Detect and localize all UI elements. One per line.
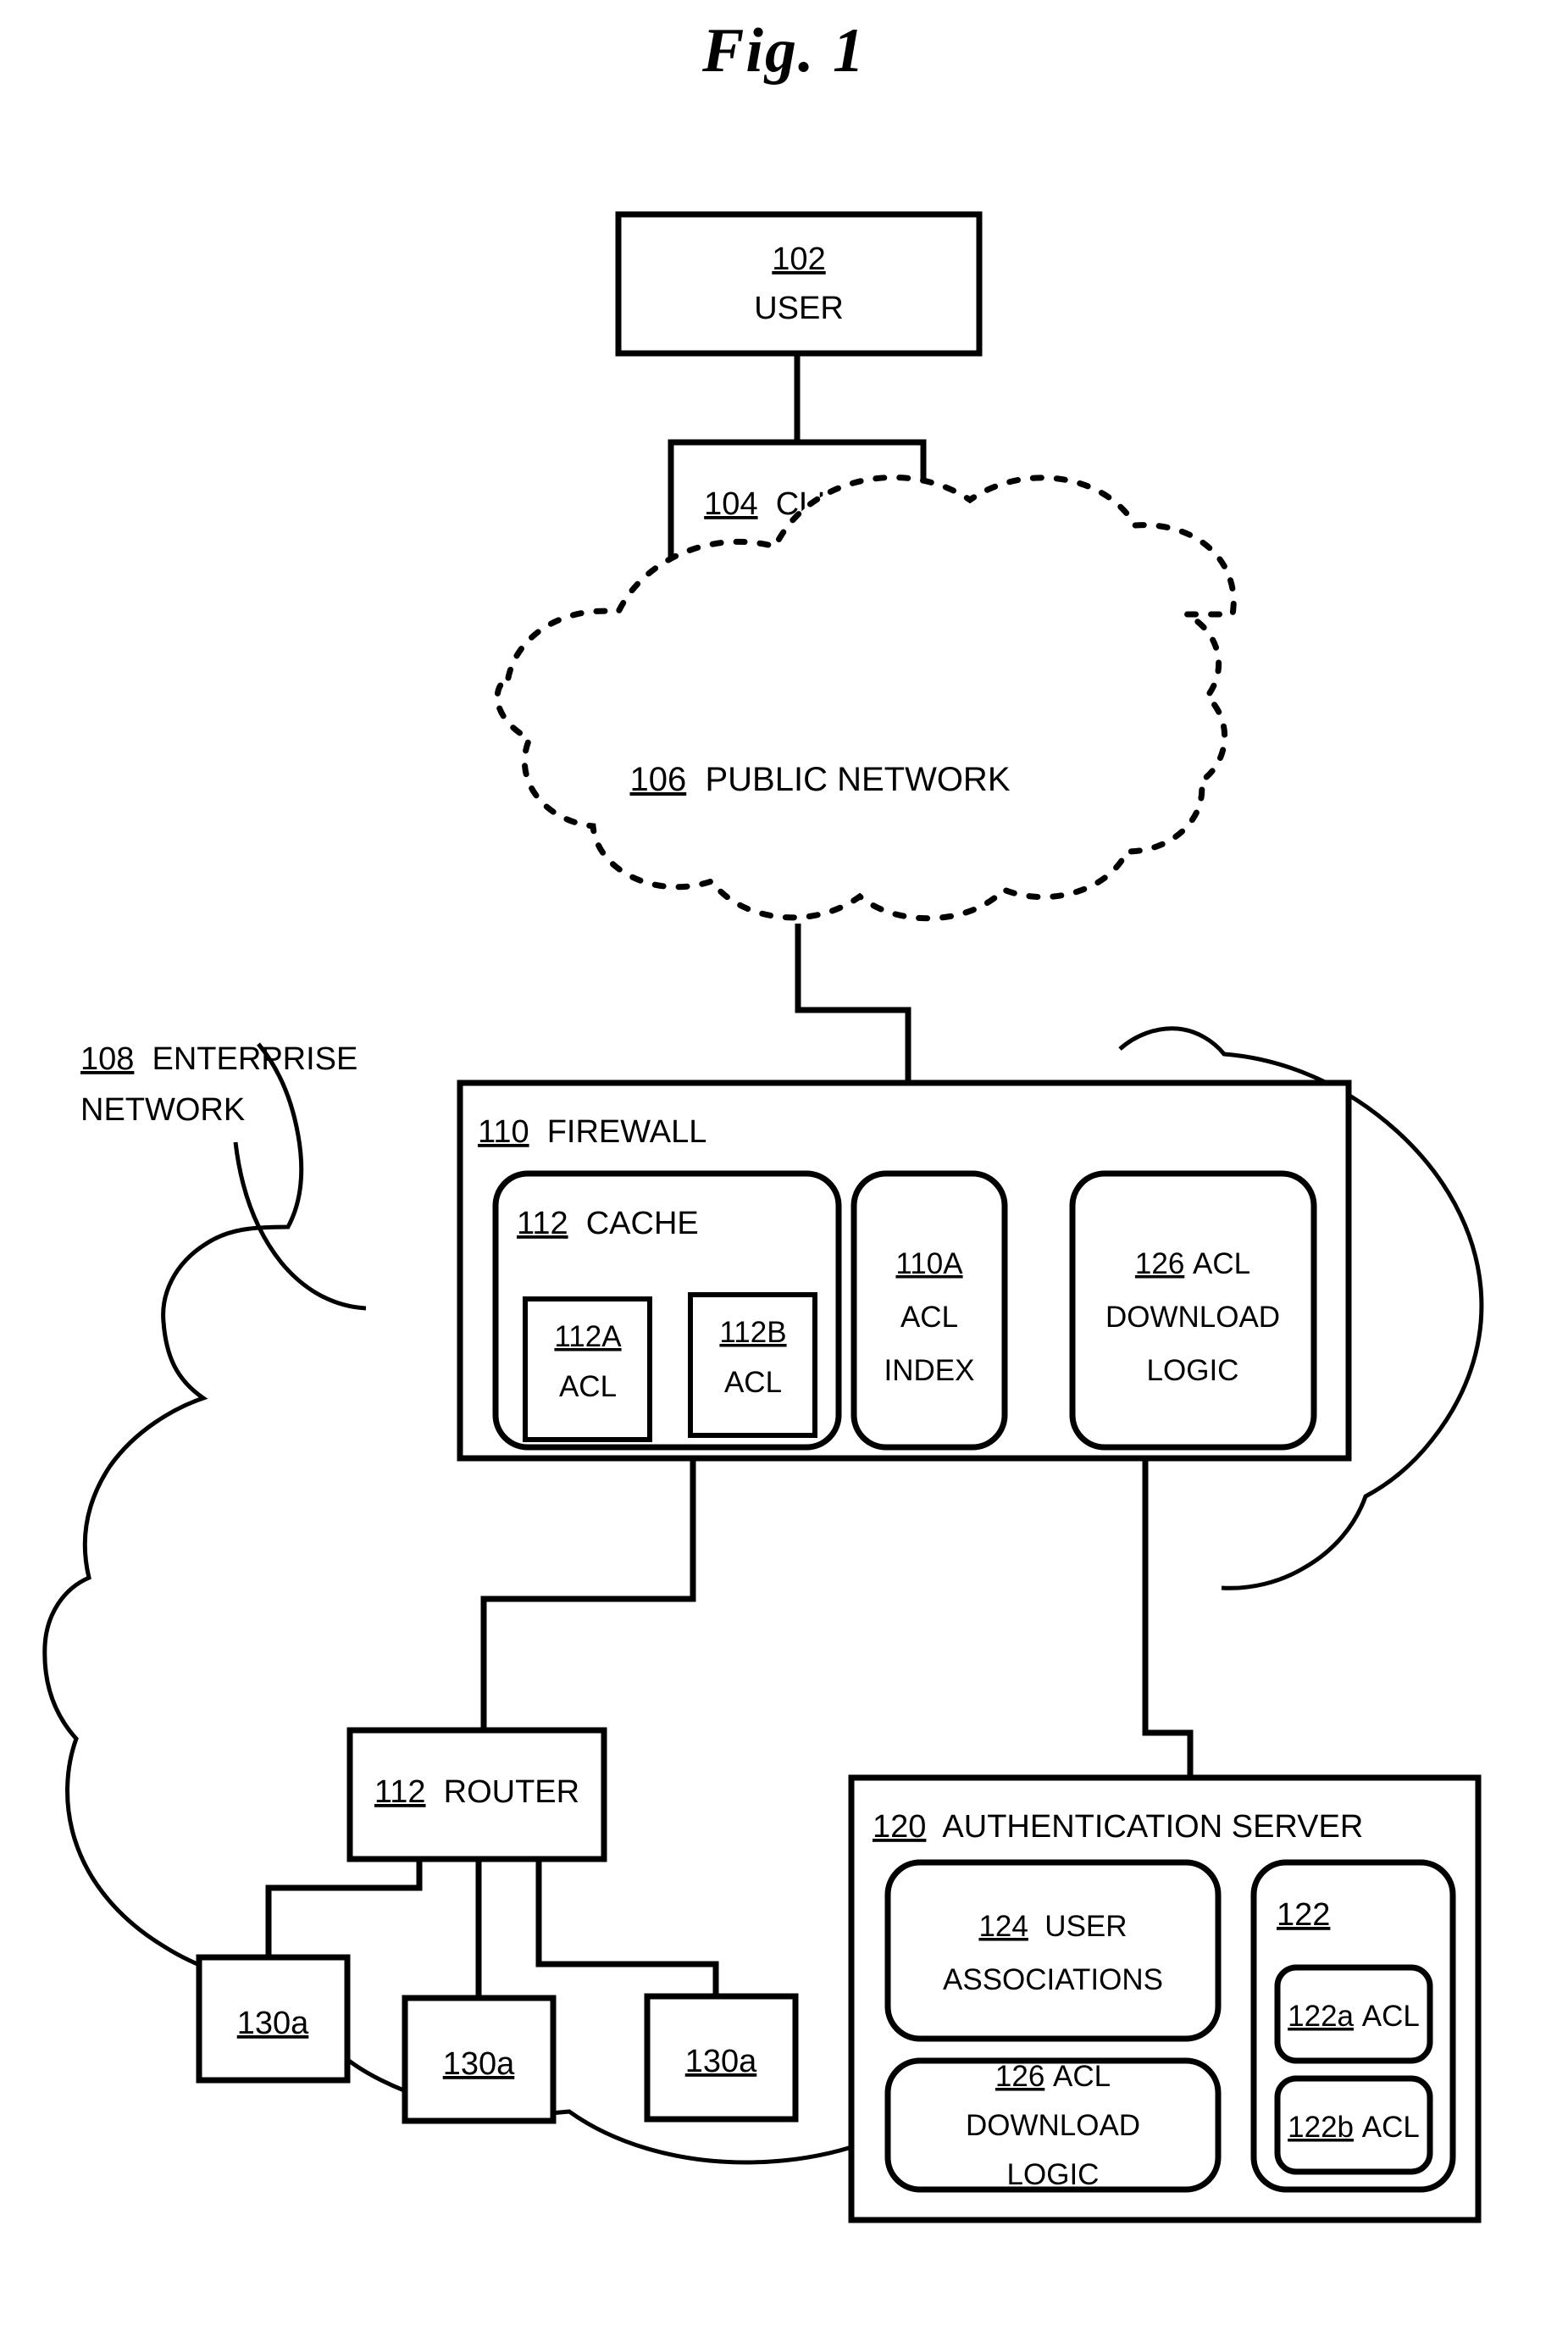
connector-firewall-auth-server xyxy=(1142,1458,1194,1778)
server-acl-download-logic-line2: DOWNLOAD xyxy=(966,2109,1140,2142)
connector-router-host-right xyxy=(535,1859,719,1996)
user-box xyxy=(615,211,983,357)
auth-server-label: 120 AUTHENTICATION SERVER xyxy=(873,1809,1363,1845)
cache-acl-b-label: ACL xyxy=(724,1366,782,1399)
network-architecture-diagram: 102 USER 104 CLIENT 106 PUBLIC NETWORK 1… xyxy=(42,211,1484,2223)
firewall-acl-download-logic-ref: 126 ACL xyxy=(1135,1247,1250,1280)
user-associations-label: ASSOCIATIONS xyxy=(943,1963,1163,1996)
cache-acl-b-ref: 112B xyxy=(719,1316,786,1349)
acl-a-label: 122a ACL xyxy=(1288,2000,1420,2033)
enterprise-network-label-line2: NETWORK xyxy=(80,1092,245,1128)
connector-public-network-firewall xyxy=(795,924,911,1083)
acl-index-label-line1: ACL xyxy=(900,1301,958,1334)
server-acl-download-logic-line3: LOGIC xyxy=(1007,2158,1100,2191)
host-right-ref: 130a xyxy=(685,2044,757,2079)
firewall-acl-download-logic-line2: DOWNLOAD xyxy=(1105,1301,1280,1334)
host-middle-ref: 130a xyxy=(443,2046,515,2082)
patent-figure: Fig. 1 102 USER 104 CLIENT 106 PUBLIC NE… xyxy=(0,0,1568,2331)
public-network-label: 106 PUBLIC NETWORK xyxy=(629,761,1010,798)
cache-label: 112 CACHE xyxy=(517,1206,699,1241)
user-ref: 102 xyxy=(772,241,825,277)
acl-index-ref: 110A xyxy=(895,1247,963,1280)
connector-router-host-left xyxy=(265,1859,423,1957)
firewall-label: 110 FIREWALL xyxy=(478,1114,706,1150)
acl-index-label-line2: INDEX xyxy=(884,1354,975,1387)
cache-acl-a-label: ACL xyxy=(559,1370,617,1403)
cache-acl-a-ref: 112A xyxy=(554,1320,622,1353)
server-acl-download-logic-ref: 126 ACL xyxy=(995,2060,1111,2093)
user-associations-ref: 124 USER xyxy=(978,1910,1127,1943)
enterprise-network-ref-label: 108 ENTERPRISE xyxy=(80,1041,357,1077)
acl-b-label: 122b ACL xyxy=(1288,2111,1420,2144)
firewall-acl-download-logic-line3: LOGIC xyxy=(1147,1354,1239,1387)
acl-store-ref: 122 xyxy=(1277,1897,1330,1933)
public-network-cloud xyxy=(494,475,1237,922)
router-label: 112 ROUTER xyxy=(374,1774,579,1810)
host-left-ref: 130a xyxy=(237,2006,309,2041)
user-associations-box xyxy=(884,1859,1222,2042)
user-label: USER xyxy=(754,291,844,326)
connector-firewall-router xyxy=(480,1458,696,1756)
